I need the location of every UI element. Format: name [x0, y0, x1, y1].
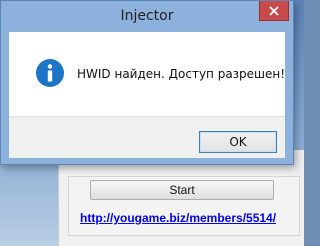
info-icon [35, 58, 65, 88]
start-button[interactable]: Start [90, 180, 274, 200]
close-button[interactable] [259, 1, 289, 21]
dialog-title: Injector [120, 8, 174, 24]
dialog-content: HWID найден. Доступ разрешен! [9, 32, 285, 116]
dialog-message: HWID найден. Доступ разрешен! [77, 67, 286, 81]
close-icon [260, 1, 288, 20]
message-dialog: Injector HWID найден. Доступ разрешен! O… [0, 0, 294, 165]
members-link[interactable]: http://yougame.biz/members/5514/ [80, 211, 280, 227]
dialog-titlebar[interactable]: Injector [1, 1, 293, 31]
dialog-footer: OK [9, 116, 285, 158]
ok-button[interactable]: OK [199, 131, 277, 153]
